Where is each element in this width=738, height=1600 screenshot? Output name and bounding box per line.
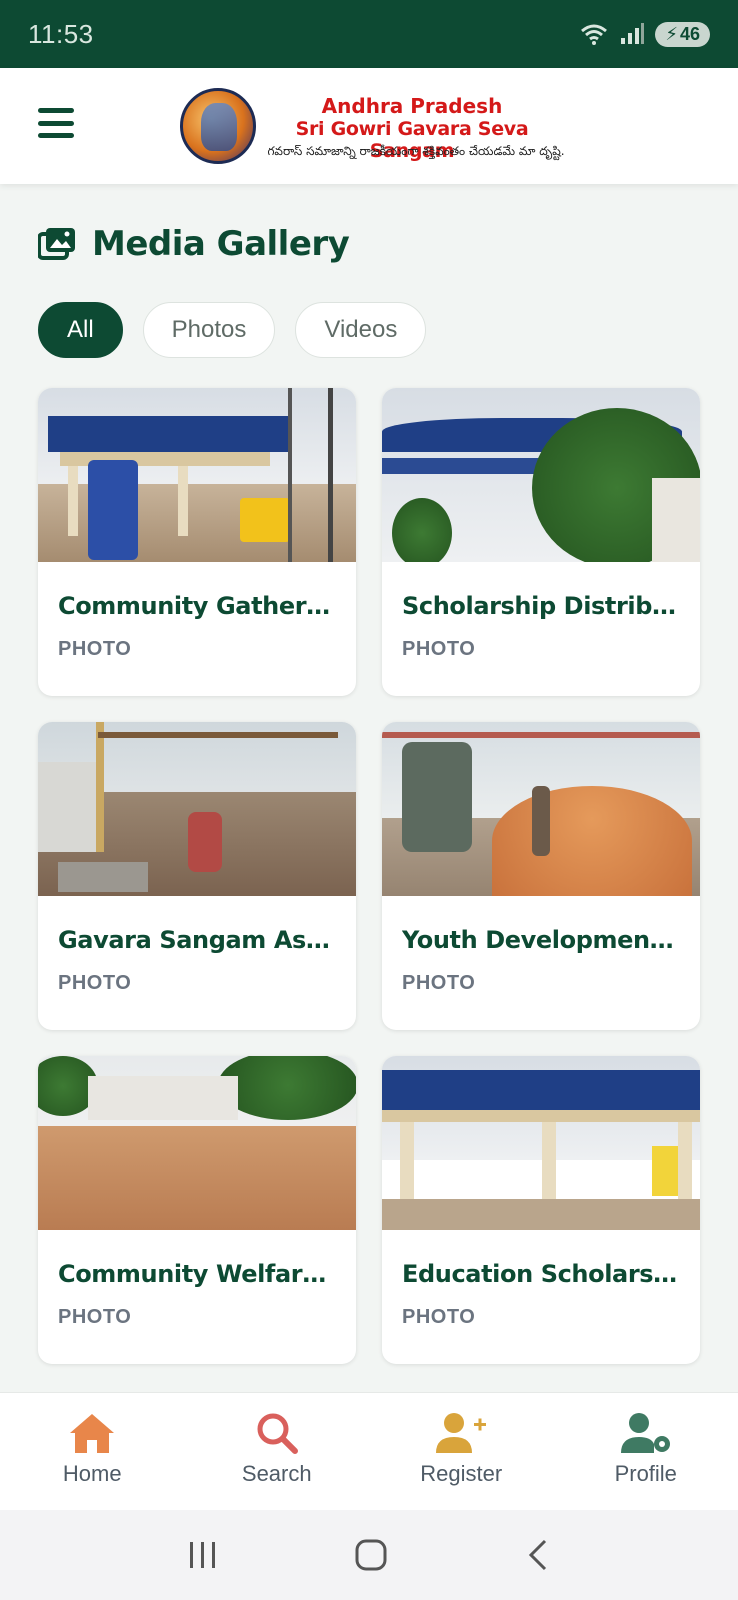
system-nav-bar [0, 1510, 738, 1600]
add-user-icon [436, 1413, 487, 1453]
search-icon [257, 1413, 298, 1454]
media-title: Community Gathering... [58, 592, 336, 620]
signal-icon [621, 23, 645, 44]
hamburger-menu-icon[interactable] [38, 108, 74, 138]
media-title: Community Welfare T... [58, 1260, 336, 1288]
nav-search[interactable]: Search [185, 1393, 370, 1510]
media-thumbnail [38, 1056, 356, 1230]
nav-profile[interactable]: Profile [554, 1393, 738, 1510]
tab-all[interactable]: All [38, 302, 123, 358]
back-icon[interactable] [523, 1538, 551, 1572]
recent-apps-icon[interactable] [187, 1540, 219, 1570]
status-time: 11:53 [28, 18, 94, 49]
battery-level: 46 [679, 23, 700, 44]
home-button-icon[interactable] [354, 1538, 388, 1572]
page-title: Media Gallery [92, 224, 350, 264]
media-grid: Community Gathering... PHOTO Scholarship… [38, 388, 700, 1364]
wifi-icon [581, 24, 608, 45]
tab-videos[interactable]: Videos [295, 302, 427, 358]
nav-register-label: Register [420, 1461, 503, 1486]
bottom-nav: Home Search Register Profile [0, 1392, 738, 1510]
status-icons: ⚡ 46 [579, 21, 710, 47]
nav-search-label: Search [241, 1461, 312, 1486]
logo-tagline: గవరాస్ సమాజాన్ని రాజకీయంగా శక్తివంతం చేయ… [267, 144, 565, 158]
home-icon [70, 1414, 115, 1453]
charging-icon: ⚡ [665, 23, 678, 44]
media-thumbnail [38, 722, 356, 896]
nav-home-label: Home [62, 1461, 122, 1486]
media-type: PHOTO [58, 972, 132, 994]
logo-emblem [180, 88, 256, 164]
media-card[interactable]: Community Gathering... PHOTO [38, 388, 356, 696]
photo-gallery-icon [38, 228, 75, 260]
media-title: Youth Development W... [402, 926, 680, 954]
media-card[interactable]: Education Scholarship... PHOTO [382, 1056, 700, 1364]
page-title-row: Media Gallery [38, 224, 350, 264]
media-title: Education Scholarship... [402, 1260, 680, 1288]
media-card[interactable]: Youth Development W... PHOTO [382, 722, 700, 1030]
media-thumbnail [382, 722, 700, 896]
status-bar: 11:53 ⚡ 46 [0, 0, 738, 68]
media-title: Gavara Sangam Asse... [58, 926, 336, 954]
media-type: PHOTO [58, 1306, 132, 1328]
user-settings-icon [620, 1413, 670, 1453]
nav-register[interactable]: Register [369, 1393, 554, 1510]
app-header: Andhra Pradesh Sri Gowri Gavara Seva San… [0, 68, 738, 184]
media-type: PHOTO [402, 972, 476, 994]
media-title: Scholarship Distributi... [402, 592, 680, 620]
media-card[interactable]: Community Welfare T... PHOTO [38, 1056, 356, 1364]
filter-tabs: All Photos Videos [38, 302, 427, 358]
media-thumbnail [382, 1056, 700, 1230]
battery-indicator: ⚡ 46 [655, 21, 710, 47]
media-card[interactable]: Gavara Sangam Asse... PHOTO [38, 722, 356, 1030]
logo-title-line1: Andhra Pradesh [321, 94, 503, 118]
media-type: PHOTO [402, 638, 476, 660]
tab-photos[interactable]: Photos [142, 302, 276, 358]
media-thumbnail [382, 388, 700, 562]
media-type: PHOTO [402, 1306, 476, 1328]
nav-profile-label: Profile [614, 1461, 677, 1486]
media-card[interactable]: Scholarship Distributi... PHOTO [382, 388, 700, 696]
nav-home[interactable]: Home [0, 1393, 185, 1510]
media-type: PHOTO [58, 638, 132, 660]
media-thumbnail [38, 388, 356, 562]
